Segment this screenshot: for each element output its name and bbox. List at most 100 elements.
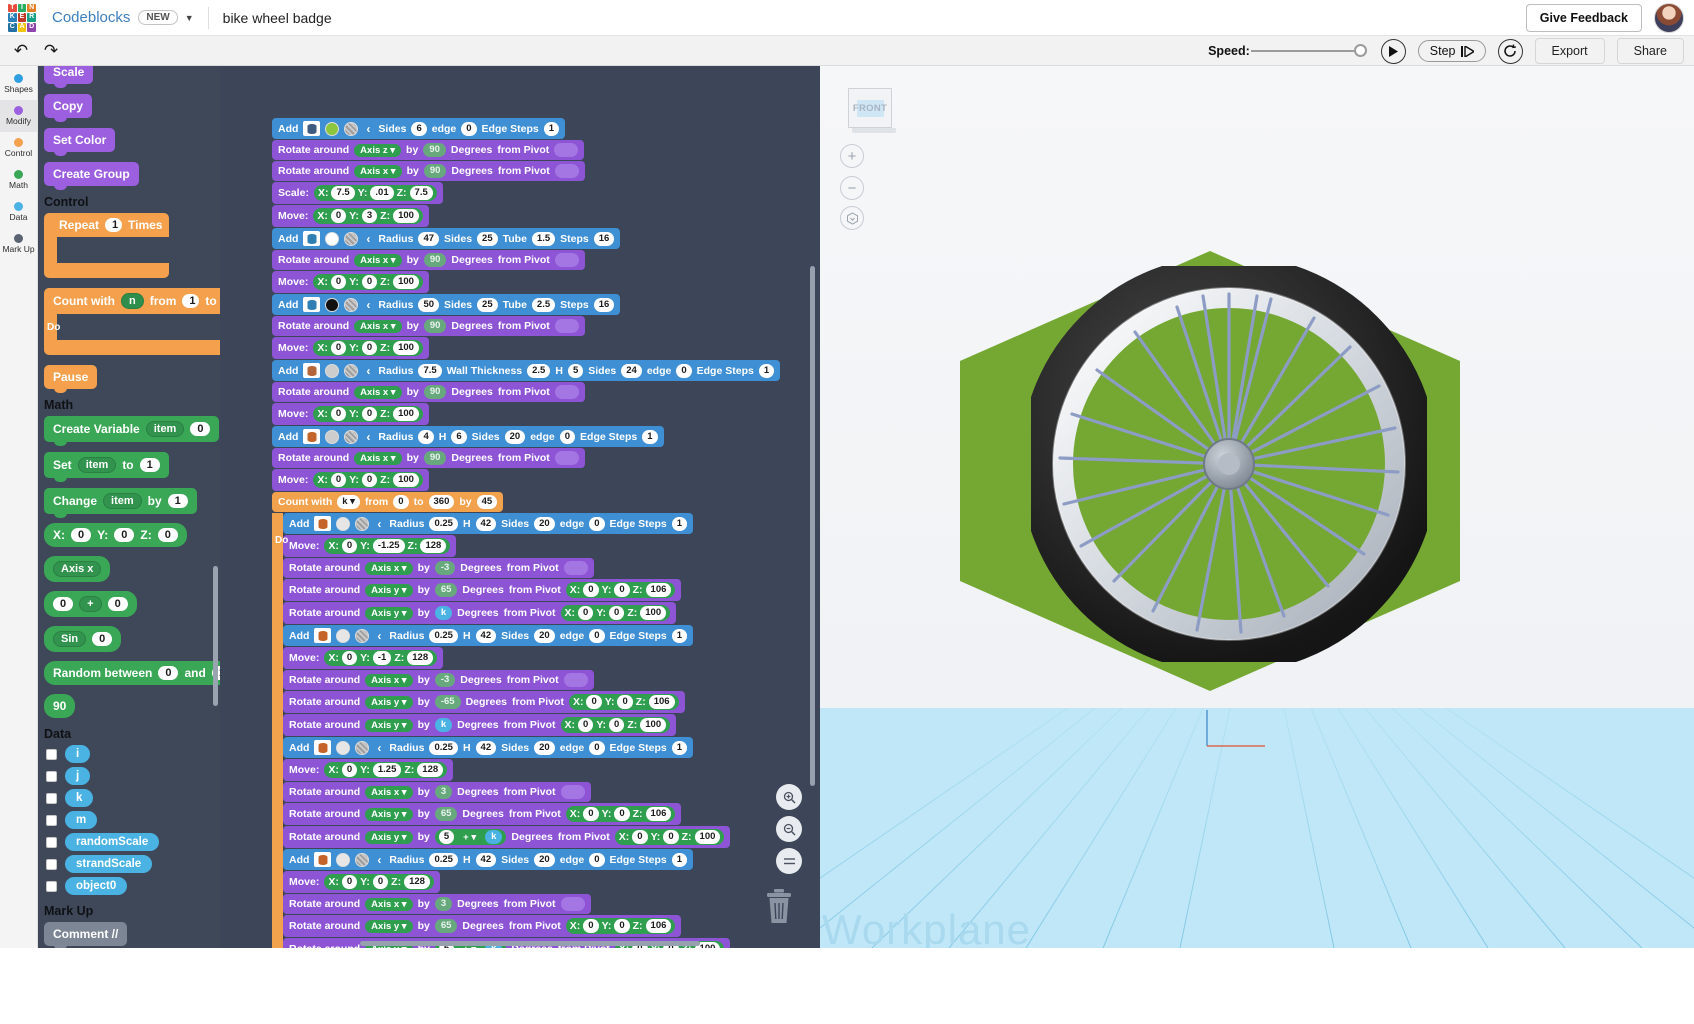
- axis-dropdown[interactable]: Axis y ▾: [365, 584, 412, 597]
- field-input[interactable]: 25: [477, 298, 498, 312]
- trash-button[interactable]: [764, 888, 794, 926]
- degrees-input[interactable]: -3: [435, 673, 455, 687]
- viewport-home-view-button[interactable]: [840, 206, 864, 230]
- z-input[interactable]: 128: [407, 651, 433, 665]
- undo-arrow-icon[interactable]: ↶: [6, 41, 36, 61]
- field-input[interactable]: 0.25: [429, 629, 458, 643]
- axis-dropdown[interactable]: Axis x ▾: [354, 386, 401, 399]
- pivot-xyz[interactable]: X:0Y:0Z:106: [566, 918, 676, 934]
- x-input[interactable]: 0: [331, 341, 346, 355]
- axis-dropdown[interactable]: Axis x ▾: [354, 320, 401, 333]
- pivot-xyz[interactable]: X:0Y:0Z:106: [566, 582, 676, 598]
- chevron-left-icon[interactable]: ‹: [377, 629, 381, 643]
- z-input[interactable]: 0: [158, 528, 178, 542]
- rotate-block[interactable]: Rotate aroundAxis x ▾by90Degreesfrom Piv…: [272, 316, 585, 336]
- field-input[interactable]: 20: [534, 853, 555, 867]
- field-input[interactable]: 20: [534, 741, 555, 755]
- data-variable-row[interactable]: k: [46, 789, 220, 807]
- count-with-c-block[interactable]: Count with n from 1 to 1 Do: [44, 288, 220, 355]
- pivot-empty-slot[interactable]: [564, 673, 588, 687]
- degrees-input[interactable]: -3: [435, 561, 455, 575]
- repeat-count-input[interactable]: 1: [105, 218, 122, 232]
- field-input[interactable]: 24: [621, 364, 642, 378]
- variable-chip[interactable]: j: [65, 767, 90, 785]
- variable-checkbox[interactable]: [46, 881, 57, 892]
- variable-chip[interactable]: object0: [65, 877, 127, 895]
- pivot-empty-slot[interactable]: [555, 385, 579, 399]
- rotate-block[interactable]: Rotate aroundAxis y ▾bykDegreesfrom Pivo…: [283, 714, 676, 736]
- palette-block-number[interactable]: 90: [44, 694, 75, 718]
- y-input[interactable]: 0: [362, 473, 377, 487]
- restart-button[interactable]: [1498, 39, 1523, 64]
- add-block[interactable]: Add‹Radius0.25H42Sides20edge0Edge Steps1: [283, 513, 693, 534]
- pivot-y-input[interactable]: 0: [609, 718, 624, 732]
- chevron-left-icon[interactable]: ‹: [377, 517, 381, 531]
- solid-color-swatch[interactable]: [325, 122, 339, 136]
- y-input[interactable]: 3: [362, 209, 377, 223]
- field-input[interactable]: 42: [476, 629, 497, 643]
- slider-knob[interactable]: [1354, 44, 1367, 57]
- pivot-x-input[interactable]: 0: [632, 830, 647, 844]
- x-input[interactable]: 0: [331, 407, 346, 421]
- chevron-left-icon[interactable]: ‹: [377, 741, 381, 755]
- field-input[interactable]: 47: [418, 232, 439, 246]
- rotate-block[interactable]: Rotate aroundAxis y ▾by5+ ▾kDegreesfrom …: [283, 826, 730, 848]
- pivot-xyz[interactable]: X:0Y:0Z:106: [566, 806, 676, 822]
- pivot-xyz[interactable]: X:0Y:0Z:100: [561, 717, 671, 733]
- move-xyz[interactable]: X:0Y:3Z:100: [313, 208, 423, 224]
- z-input[interactable]: 100: [393, 407, 419, 421]
- x-input[interactable]: 0: [342, 875, 357, 889]
- variable-dropdown[interactable]: item: [78, 457, 117, 473]
- canvas-fit-view-button[interactable]: [776, 848, 802, 874]
- palette-block-create-variable[interactable]: Create Variable item 0: [44, 416, 219, 442]
- axis-dropdown[interactable]: Axis y ▾: [365, 808, 412, 821]
- variable-dropdown[interactable]: item: [146, 421, 185, 437]
- z-input[interactable]: 100: [393, 473, 419, 487]
- x-input[interactable]: 7.5: [331, 186, 354, 200]
- field-input[interactable]: 6: [411, 122, 426, 136]
- hole-swatch[interactable]: [344, 122, 358, 136]
- rotate-block[interactable]: Rotate aroundAxis y ▾by65Degreesfrom Piv…: [283, 915, 681, 937]
- palette-block-change[interactable]: Change item by 1: [44, 488, 197, 514]
- move-xyz[interactable]: X:0Y:0Z:100: [313, 472, 423, 488]
- field-input[interactable]: 42: [476, 517, 497, 531]
- degrees-input[interactable]: 90: [424, 451, 447, 465]
- axis-dropdown[interactable]: Axis x ▾: [354, 452, 401, 465]
- pivot-z-input[interactable]: 100: [695, 830, 721, 844]
- chevron-left-icon[interactable]: ‹: [366, 122, 370, 136]
- variable-chip[interactable]: k: [65, 789, 93, 807]
- axis-dropdown[interactable]: Axis y ▾: [365, 831, 412, 844]
- degrees-input[interactable]: -65: [435, 695, 461, 709]
- play-button[interactable]: [1381, 39, 1406, 64]
- variable-dropdown[interactable]: item: [103, 493, 142, 509]
- scale-xyz[interactable]: X:7.5Y:.01Z:7.5: [314, 185, 437, 201]
- export-button[interactable]: Export: [1535, 38, 1605, 64]
- variable-checkbox[interactable]: [46, 793, 57, 804]
- degrees-input[interactable]: 65: [435, 919, 458, 933]
- add-block[interactable]: Add‹Radius47Sides25Tube1.5Steps16: [272, 228, 620, 249]
- z-input[interactable]: 100: [393, 341, 419, 355]
- add-block[interactable]: Add‹Sides6edge0Edge Steps1: [272, 118, 565, 139]
- view-cube-face[interactable]: FRONT: [848, 88, 892, 128]
- data-variable-row[interactable]: i: [46, 745, 220, 763]
- chevron-down-icon[interactable]: ▼: [185, 13, 194, 23]
- rotate-block[interactable]: Rotate aroundAxis x ▾by90Degreesfrom Piv…: [272, 161, 585, 181]
- pivot-xyz[interactable]: X:0Y:0Z:106: [569, 694, 679, 710]
- move-block[interactable]: Move:X:0Y:1.25Z:128: [283, 759, 453, 781]
- add-block[interactable]: Add‹Radius0.25H42Sides20edge0Edge Steps1: [283, 625, 693, 646]
- data-variable-row[interactable]: object0: [46, 877, 220, 895]
- field-input[interactable]: 0.25: [429, 853, 458, 867]
- palette-block-copy[interactable]: Copy: [44, 94, 92, 118]
- field-input[interactable]: 4: [418, 430, 433, 444]
- loop-from-input[interactable]: 0: [393, 495, 408, 509]
- palette-block-comment[interactable]: Comment //: [44, 922, 127, 946]
- value-input[interactable]: 1: [168, 494, 188, 508]
- field-input[interactable]: 0: [589, 853, 604, 867]
- palette-block-xyz[interactable]: X: 0 Y: 0 Z: 0: [44, 523, 187, 547]
- rotate-block[interactable]: Rotate aroundAxis x ▾by90Degreesfrom Piv…: [272, 382, 585, 402]
- move-xyz[interactable]: X:0Y:0Z:100: [313, 274, 423, 290]
- chevron-left-icon[interactable]: ‹: [366, 364, 370, 378]
- x-input[interactable]: 0: [342, 651, 357, 665]
- variable-checkbox[interactable]: [46, 859, 57, 870]
- palette-block-trig[interactable]: Sin 0: [44, 626, 121, 652]
